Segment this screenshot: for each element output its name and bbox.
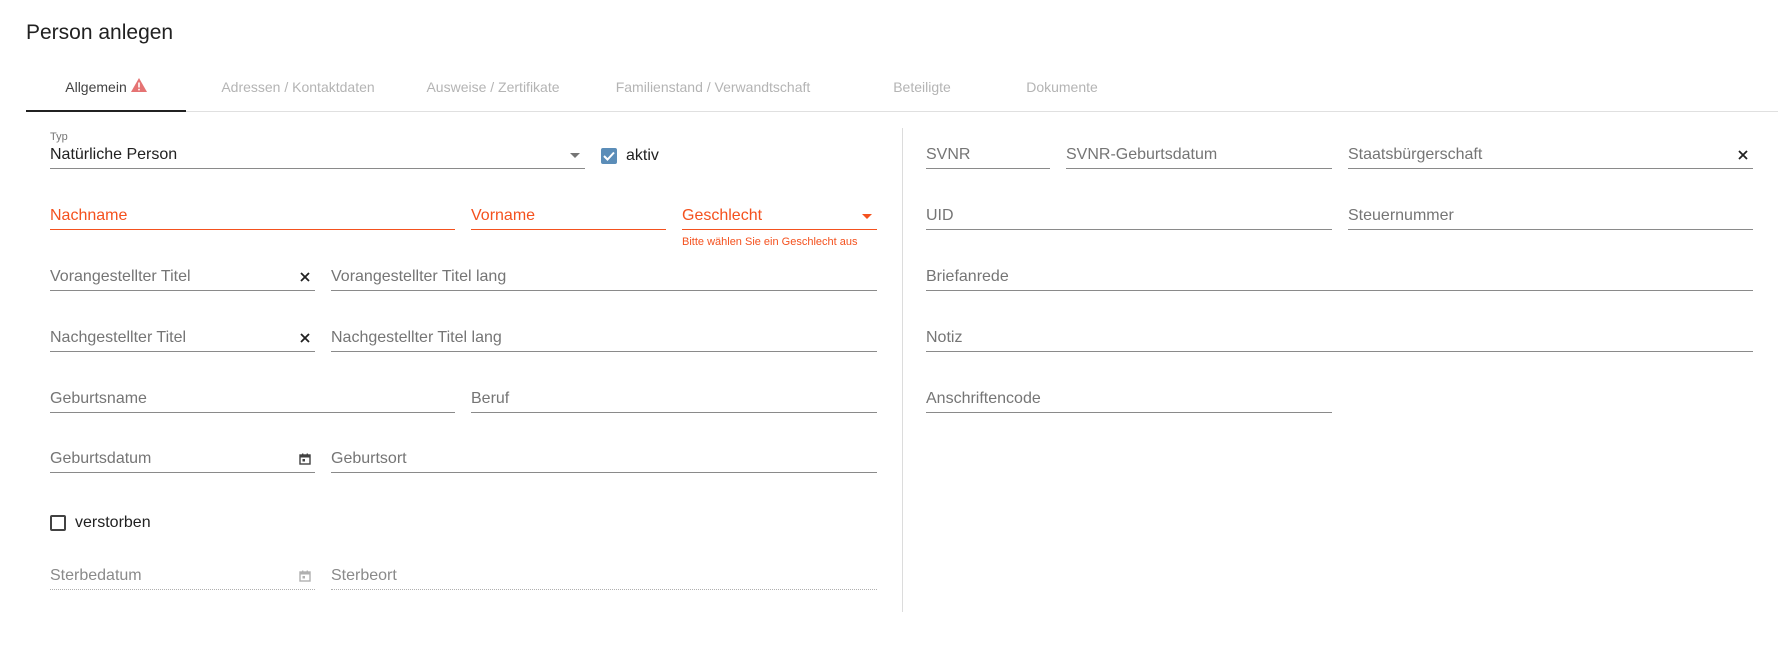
geburtsname-placeholder: Geburtsname (50, 390, 147, 407)
nachgestellter-titel-lang-input[interactable]: Nachgestellter Titel lang (331, 318, 877, 352)
tab-allgemein-label: Allgemein (65, 79, 127, 95)
sterbeort-input: Sterbeort (331, 556, 877, 590)
tab-familienstand[interactable]: Familienstand / Verwandtschaft (588, 70, 838, 112)
staatsbuergerschaft-select[interactable]: Staatsbürgerschaft (1348, 135, 1753, 169)
clear-icon[interactable] (297, 269, 313, 285)
steuernummer-input[interactable]: Steuernummer (1348, 196, 1753, 230)
svnr-placeholder: SVNR (926, 146, 971, 163)
clear-icon[interactable] (297, 330, 313, 346)
page-title: Person anlegen (26, 21, 174, 44)
tab-allgemein[interactable]: Allgemein (26, 70, 186, 112)
geschlecht-select[interactable]: Geschlecht (682, 196, 877, 230)
geschlecht-placeholder: Geschlecht (682, 207, 763, 224)
uid-placeholder: UID (926, 207, 954, 224)
tab-ausweise[interactable]: Ausweise / Zertifikate (398, 70, 588, 112)
notiz-placeholder: Notiz (926, 329, 963, 346)
svnr-input[interactable]: SVNR (926, 135, 1050, 169)
vorname-placeholder: Vorname (471, 207, 536, 224)
verstorben-label: verstorben (75, 514, 151, 531)
nachgestellter-titel-placeholder: Nachgestellter Titel (50, 329, 187, 346)
typ-select[interactable]: Typ Natürliche Person (50, 131, 585, 169)
vorangestellter-titel-lang-placeholder: Vorangestellter Titel lang (331, 268, 507, 285)
nachgestellter-titel-input[interactable]: Nachgestellter Titel (50, 318, 315, 352)
briefanrede-placeholder: Briefanrede (926, 268, 1009, 285)
staatsbuergerschaft-placeholder: Staatsbürgerschaft (1348, 146, 1483, 163)
geburtsdatum-placeholder: Geburtsdatum (50, 450, 152, 467)
geburtsname-input[interactable]: Geburtsname (50, 379, 455, 413)
tab-adressen[interactable]: Adressen / Kontaktdaten (198, 70, 398, 112)
vorangestellter-titel-lang-input[interactable]: Vorangestellter Titel lang (331, 257, 877, 291)
checkbox-empty-icon (50, 515, 66, 531)
dropdown-arrow-icon (859, 208, 875, 224)
nachname-input[interactable]: Nachname (50, 196, 455, 230)
warning-icon (130, 70, 147, 104)
briefanrede-input[interactable]: Briefanrede (926, 257, 1753, 291)
aktiv-label: aktiv (626, 147, 659, 164)
tab-beteiligte[interactable]: Beteiligte (852, 70, 992, 112)
nachname-placeholder: Nachname (50, 207, 128, 224)
calendar-icon[interactable] (297, 451, 313, 467)
typ-value: Natürliche Person (50, 146, 178, 163)
tab-dokumente[interactable]: Dokumente (992, 70, 1132, 112)
vorangestellter-titel-input[interactable]: Vorangestellter Titel (50, 257, 315, 291)
beruf-placeholder: Beruf (471, 390, 510, 407)
nachgestellter-titel-lang-placeholder: Nachgestellter Titel lang (331, 329, 502, 346)
column-divider (902, 128, 903, 612)
steuernummer-placeholder: Steuernummer (1348, 207, 1454, 224)
geschlecht-error-hint: Bitte wählen Sie ein Geschlecht aus (682, 236, 858, 248)
tab-bar: Allgemein Adressen / Kontaktdaten Auswei… (26, 70, 1778, 112)
sterbedatum-placeholder: Sterbedatum (50, 567, 142, 584)
vorname-input[interactable]: Vorname (471, 196, 666, 230)
dropdown-arrow-icon (567, 147, 583, 163)
sterbedatum-input: Sterbedatum (50, 556, 315, 590)
verstorben-checkbox[interactable]: verstorben (50, 514, 151, 532)
typ-label: Typ (50, 131, 68, 143)
beruf-input[interactable]: Beruf (471, 379, 877, 413)
geburtsort-input[interactable]: Geburtsort (331, 439, 877, 473)
notiz-input[interactable]: Notiz (926, 318, 1753, 352)
anschriftencode-placeholder: Anschriftencode (926, 390, 1041, 407)
uid-input[interactable]: UID (926, 196, 1332, 230)
svnr-geburtsdatum-input[interactable]: SVNR-Geburtsdatum (1066, 135, 1332, 169)
sterbeort-placeholder: Sterbeort (331, 567, 397, 584)
calendar-icon (297, 568, 313, 584)
checkmark-icon (601, 148, 617, 164)
geburtsort-placeholder: Geburtsort (331, 450, 407, 467)
svnr-geburtsdatum-placeholder: SVNR-Geburtsdatum (1066, 146, 1218, 163)
geburtsdatum-input[interactable]: Geburtsdatum (50, 439, 315, 473)
vorangestellter-titel-placeholder: Vorangestellter Titel (50, 268, 191, 285)
clear-icon[interactable] (1735, 147, 1751, 163)
anschriftencode-input[interactable]: Anschriftencode (926, 379, 1332, 413)
aktiv-checkbox[interactable]: aktiv (601, 147, 659, 165)
